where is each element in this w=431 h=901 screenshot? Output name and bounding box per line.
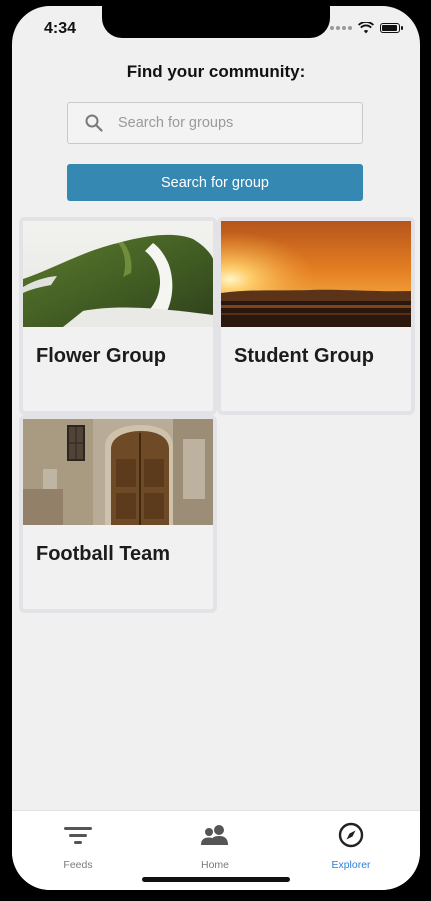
status-time: 4:34: [44, 20, 77, 37]
device-notch: [102, 6, 330, 38]
search-icon: [74, 114, 114, 132]
home-indicator: [142, 877, 290, 882]
app-screen: 4:34 Find your community: Search for gro…: [12, 6, 420, 890]
group-title: Flower Group: [36, 345, 166, 367]
tab-label: Explorer: [331, 859, 371, 871]
tab-feeds[interactable]: Feeds: [28, 821, 128, 871]
wifi-icon: [358, 22, 374, 34]
group-image-sunset: [221, 221, 411, 327]
group-card-football[interactable]: Football Team: [19, 415, 217, 613]
filter-lines-icon: [28, 821, 128, 849]
status-icons: [330, 22, 403, 34]
phone-frame: 4:34 Find your community: Search for gro…: [0, 0, 431, 901]
tab-home[interactable]: Home: [165, 821, 265, 871]
search-input[interactable]: [116, 114, 362, 132]
search-box[interactable]: [67, 102, 363, 144]
group-title: Football Team: [36, 543, 171, 565]
cellular-signal-icon: [330, 26, 352, 30]
tab-label: Feeds: [63, 859, 93, 871]
compass-icon: [301, 821, 401, 849]
battery-icon: [380, 23, 403, 33]
group-title: Student Group: [234, 345, 374, 367]
search-for-group-button[interactable]: Search for group: [67, 164, 363, 201]
group-image-wooden-door: [23, 419, 213, 525]
group-card-student[interactable]: Student Group: [217, 217, 415, 415]
page-title: Find your community:: [126, 62, 306, 81]
tab-explorer[interactable]: Explorer: [301, 821, 401, 871]
group-card-flower[interactable]: Flower Group: [19, 217, 217, 415]
tab-bar: Feeds Home Explorer: [12, 810, 420, 890]
people-icon: [165, 821, 265, 849]
group-image-mountain: [23, 221, 213, 327]
tab-label: Home: [200, 859, 229, 871]
